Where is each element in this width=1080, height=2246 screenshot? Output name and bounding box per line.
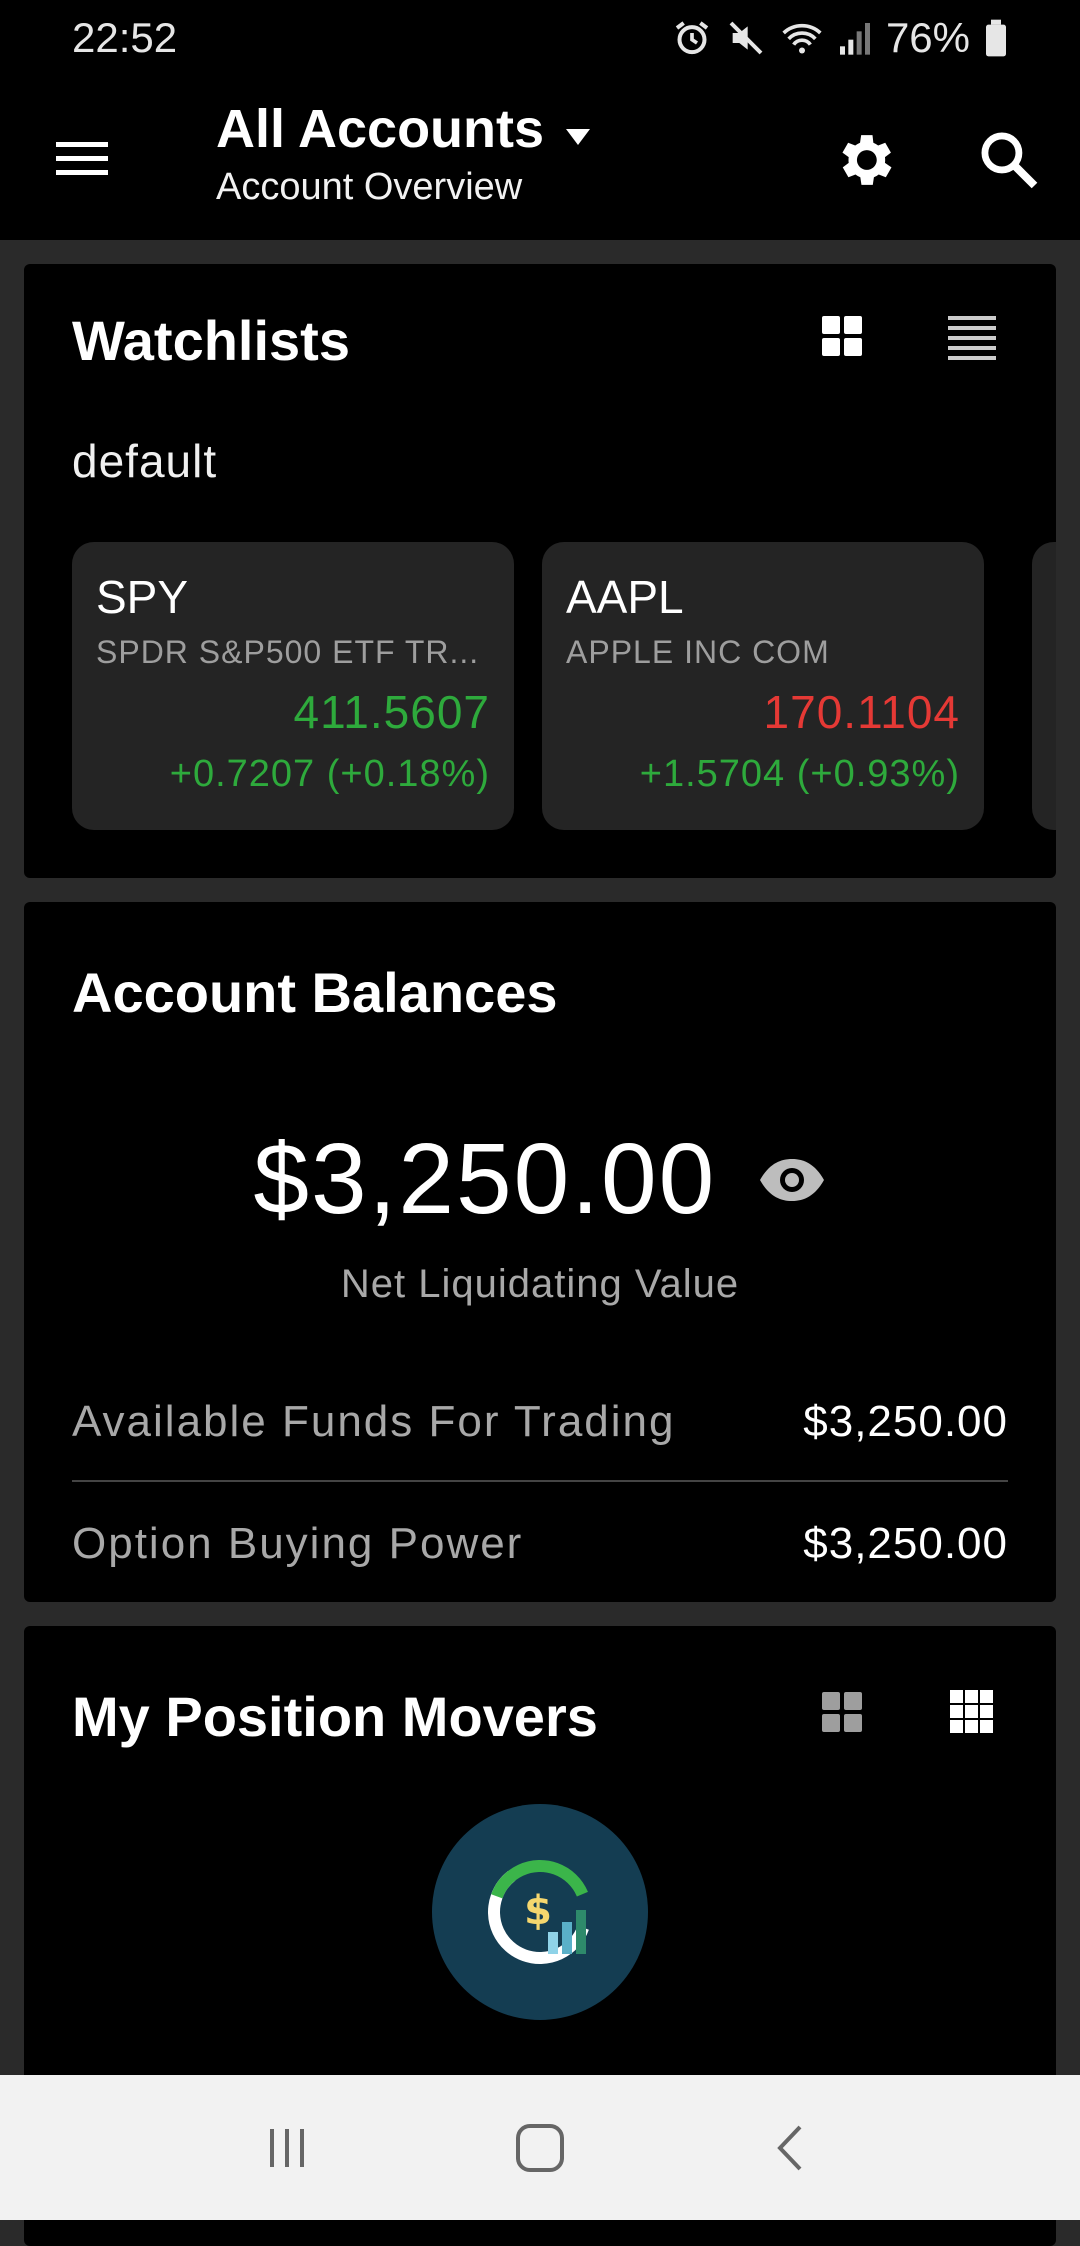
- balances-title: Account Balances: [72, 961, 558, 1024]
- movers-title: My Position Movers: [72, 1685, 598, 1748]
- menu-icon[interactable]: [52, 134, 112, 184]
- grid-view-icon[interactable]: [814, 308, 870, 364]
- ticker-card-partial[interactable]: S S: [1032, 542, 1056, 830]
- nlv-amount: $3,250.00: [253, 1123, 717, 1235]
- status-bar: 22:52 76%: [0, 0, 1080, 76]
- ticker-description: SPDR S&P500 ETF TR...: [96, 634, 480, 670]
- signal-icon: [838, 18, 872, 58]
- status-time: 22:52: [72, 14, 178, 61]
- app-subtitle: Account Overview: [216, 166, 523, 208]
- nlv-label: Net Liquidating Value: [340, 1262, 740, 1306]
- position-movers-empty-icon: $: [432, 1804, 648, 2020]
- app-bar: All Accounts Account Overview: [0, 76, 1080, 240]
- net-liquidating-value: $3,250.00: [24, 1122, 1056, 1237]
- wifi-icon: [780, 18, 824, 58]
- balance-value: $3,250.00: [803, 1519, 1008, 1568]
- system-nav-bar: [0, 2075, 1080, 2220]
- account-selector[interactable]: All Accounts Account Overview: [216, 98, 592, 209]
- ticker-price: 411.5607: [293, 686, 490, 738]
- app-title: All Accounts: [216, 99, 545, 159]
- balance-row-option-buying-power: Option Buying Power $3,250.00: [72, 1494, 1008, 1594]
- watchlist-name[interactable]: default: [72, 434, 217, 488]
- ticker-card-aapl[interactable]: AAPL APPLE INC COM 170.1104 +1.5704 (+0.…: [542, 542, 984, 830]
- dollar-symbol: $: [524, 1888, 552, 1934]
- ticker-carousel[interactable]: SPY SPDR S&P500 ETF TR... 411.5607 +0.72…: [72, 542, 1056, 832]
- ticker-symbol: AAPL: [566, 571, 684, 623]
- list-view-icon[interactable]: [944, 308, 1000, 364]
- watchlists-title: Watchlists: [72, 309, 350, 372]
- mute-icon: [726, 18, 766, 58]
- ticker-change: +1.5704 (+0.93%): [639, 753, 960, 795]
- search-icon[interactable]: [975, 126, 1043, 194]
- battery-icon: [984, 18, 1008, 58]
- alarm-icon: [672, 18, 712, 58]
- status-icons: 76%: [672, 14, 1008, 62]
- gear-icon[interactable]: [830, 126, 898, 194]
- home-button[interactable]: [500, 2108, 580, 2188]
- ticker-price: 170.1104: [763, 686, 960, 738]
- back-button[interactable]: [753, 2108, 833, 2188]
- grid-3x3-icon[interactable]: [944, 1684, 1000, 1740]
- battery-percent: 76%: [885, 14, 970, 61]
- watchlists-card: Watchlists default SPY SPDR S&P500 ETF T…: [24, 264, 1056, 878]
- eye-icon[interactable]: [757, 1155, 827, 1205]
- account-balances-card: Account Balances $3,250.00 Net Liquidati…: [24, 902, 1056, 1602]
- grid-2x2-icon[interactable]: [814, 1684, 870, 1740]
- balance-label: Option Buying Power: [72, 1519, 524, 1568]
- ticker-card-spy[interactable]: SPY SPDR S&P500 ETF TR... 411.5607 +0.72…: [72, 542, 514, 830]
- ticker-change: +0.7207 (+0.18%): [169, 753, 490, 795]
- recent-apps-button[interactable]: [247, 2108, 327, 2188]
- ticker-description: APPLE INC COM: [566, 634, 830, 670]
- balance-row-available-funds: Available Funds For Trading $3,250.00: [72, 1372, 1008, 1472]
- ticker-symbol: SPY: [96, 571, 189, 623]
- balance-label: Available Funds For Trading: [72, 1397, 676, 1446]
- balance-value: $3,250.00: [803, 1397, 1008, 1446]
- dropdown-arrow-icon[interactable]: [564, 98, 592, 160]
- divider: [72, 1480, 1008, 1482]
